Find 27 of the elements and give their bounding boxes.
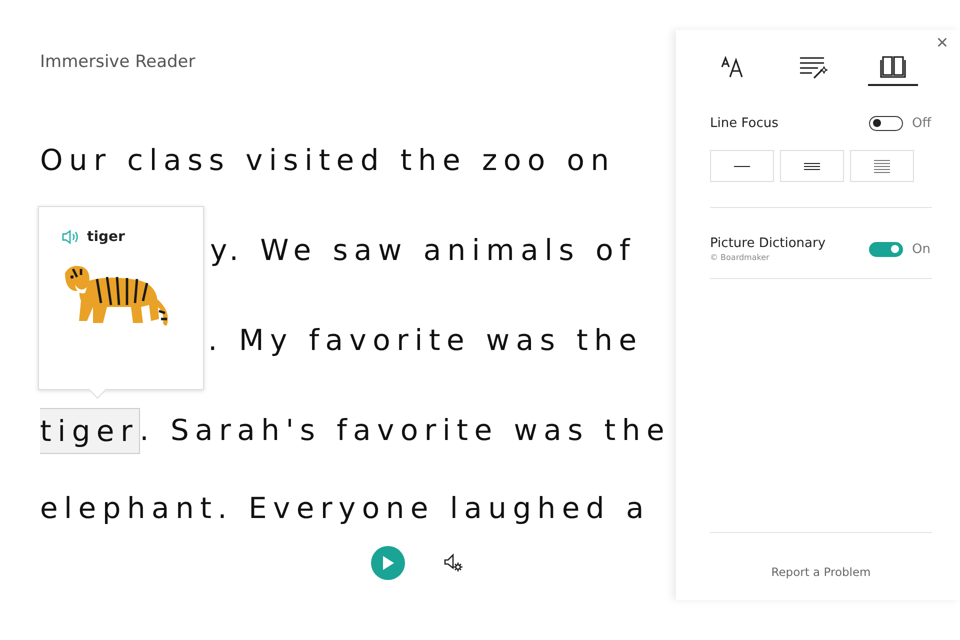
toggle-state: On	[912, 242, 932, 256]
book-icon	[879, 55, 907, 79]
report-problem-link[interactable]: Report a Problem	[771, 565, 871, 579]
play-icon	[381, 555, 395, 571]
lines-icon	[804, 162, 820, 170]
line-focus-label: Line Focus	[710, 116, 780, 131]
lines-wand-icon	[798, 55, 828, 79]
dictionary-word: tiger	[87, 229, 125, 245]
reading-text: elephant. Everyone laughed a	[40, 490, 650, 527]
speaker-icon[interactable]	[61, 229, 81, 245]
toggle-switch[interactable]	[869, 116, 903, 131]
close-button[interactable]: ×	[932, 32, 952, 55]
toggle-state: Off	[912, 116, 932, 131]
app-title: Immersive Reader	[40, 52, 196, 72]
highlighted-word[interactable]: tiger	[40, 408, 140, 454]
reading-text: . My favorite was the	[208, 322, 643, 359]
reading-text: . Sarah's favorite was the	[140, 412, 671, 449]
toggle-switch[interactable]	[869, 242, 903, 256]
voice-settings-icon[interactable]	[443, 552, 465, 574]
reading-text: Our class visited the zoo on	[40, 142, 616, 179]
play-button[interactable]	[371, 546, 405, 580]
picture-dictionary-label: Picture Dictionary	[710, 236, 827, 251]
credit-text: © Boardmaker	[710, 253, 770, 262]
lines-icon	[874, 160, 890, 172]
line-count-button[interactable]	[780, 150, 844, 182]
reading-text: y. We saw animals of	[210, 232, 636, 269]
text-size-icon	[721, 56, 745, 78]
